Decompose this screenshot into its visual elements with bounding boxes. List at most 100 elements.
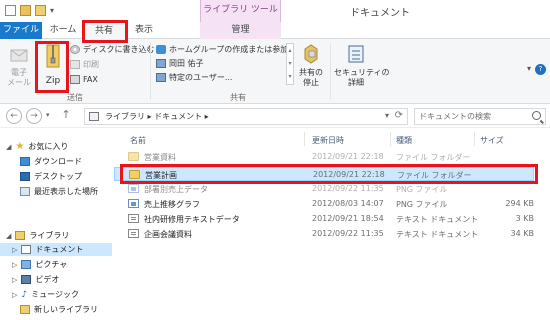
zip-button[interactable]: Zip xyxy=(40,43,66,86)
column-divider[interactable] xyxy=(474,132,475,146)
advanced-security-button[interactable]: セキュリティの 詳細 xyxy=(334,43,390,88)
tab-view[interactable]: 表示 xyxy=(126,22,162,39)
file-row[interactable]: png-file-icon 部署別売上データ 2012/09/22 11:35 PNG… xyxy=(114,182,534,196)
column-header-name[interactable]: 名前 xyxy=(130,135,146,146)
file-name: 社内研修用テキストデータ xyxy=(144,215,240,224)
properties-icon[interactable] xyxy=(5,5,16,16)
email-button[interactable]: 電子 メール xyxy=(4,45,34,88)
back-button[interactable]: ← xyxy=(6,108,22,124)
nav-new-library[interactable]: 新しいライブラリ xyxy=(20,303,112,316)
nav-favorites-label: お気に入り xyxy=(28,142,69,151)
file-row[interactable]: folder-icon 営業資料 2012/09/21 22:18 ファイル フォルダ… xyxy=(114,150,534,164)
column-header-modified[interactable]: 更新日時 xyxy=(312,135,344,146)
share-user-label: 岡田 佑子 xyxy=(169,58,204,68)
file-row[interactable]: text-file-icon 社内研修用テキストデータ 2012/09/21 18:… xyxy=(114,212,534,226)
tab-share[interactable]: 共有 xyxy=(82,22,126,40)
fax-icon xyxy=(70,74,80,84)
navigation-pane: ◢ ★ お気に入り ダウンロード デスクトップ 最近表示した場所 ◢ ライブラリ… xyxy=(0,128,112,320)
stop-sharing-label: 共有の 停止 xyxy=(299,68,323,87)
folder-icon[interactable] xyxy=(35,5,46,16)
star-icon: ★ xyxy=(15,141,25,152)
nav-videos-label: ビデオ xyxy=(35,275,60,284)
nav-downloads[interactable]: ダウンロード xyxy=(20,155,112,168)
nav-music[interactable]: ▷ ♪ ミュージック xyxy=(12,288,112,301)
search-box xyxy=(414,108,546,125)
png-file-icon: png-file-icon xyxy=(128,199,139,208)
file-name: 売上推移グラフ xyxy=(144,200,200,209)
collapse-ribbon-icon[interactable]: ▾ xyxy=(527,64,531,75)
tab-manage[interactable]: 管理 xyxy=(200,22,281,39)
forward-button[interactable]: → xyxy=(26,108,42,124)
file-modified: 2012/09/21 22:18 xyxy=(312,152,384,161)
homegroup-label: ホームグループの作成または参加 xyxy=(169,44,289,54)
share-user-button[interactable]: 岡田 佑子 xyxy=(156,57,204,69)
recent-places-icon xyxy=(20,187,30,196)
tab-file[interactable]: ファイル xyxy=(0,22,42,39)
file-modified: 2012/09/22 11:35 xyxy=(312,184,384,193)
stop-sharing-button[interactable]: 共有の 停止 xyxy=(296,43,326,88)
file-type: PNG ファイル xyxy=(396,185,448,194)
refresh-icon[interactable]: ⟳ xyxy=(395,110,403,121)
security-settings-icon xyxy=(348,45,364,63)
tab-home[interactable]: ホーム xyxy=(44,22,82,39)
print-button[interactable]: 印刷 xyxy=(70,58,99,70)
png-file-icon: png-file-icon xyxy=(128,184,139,193)
search-input[interactable] xyxy=(415,109,525,124)
nav-pictures[interactable]: ▷ ピクチャ xyxy=(12,258,112,271)
folder-icon: folder-icon xyxy=(129,170,140,179)
fax-button[interactable]: FAX xyxy=(70,73,98,85)
users-icon xyxy=(156,72,166,82)
nav-libraries[interactable]: ◢ ライブラリ xyxy=(6,229,112,242)
recent-locations-dropdown[interactable]: ▾ xyxy=(46,111,50,119)
address-box[interactable]: ライブラリ ▸ ドキュメント ▸ ▾ ⟳ xyxy=(84,108,408,125)
new-folder-icon[interactable] xyxy=(20,5,31,16)
column-divider[interactable] xyxy=(304,132,305,146)
expand-arrow-icon[interactable]: ▷ xyxy=(12,276,17,284)
file-list: 名前 更新日時 種類 サイズ folder-icon 営業資料 2012/09/21… xyxy=(114,128,550,320)
column-divider[interactable] xyxy=(390,132,391,146)
library-icon xyxy=(89,112,99,121)
file-modified: 2012/09/21 18:54 xyxy=(312,214,384,223)
nav-pictures-label: ピクチャ xyxy=(35,260,68,269)
share-list-scroll[interactable]: ▴ ▾ ▾ xyxy=(286,43,294,85)
expand-arrow-icon[interactable]: ◢ xyxy=(6,232,11,240)
file-row[interactable]: folder-icon 営業計画 2012/09/21 22:18 ファイル フォルダ… xyxy=(114,167,534,181)
documents-icon xyxy=(21,245,32,254)
column-header-size[interactable]: サイズ xyxy=(480,135,504,146)
nav-recent-places[interactable]: 最近表示した場所 xyxy=(20,185,112,198)
file-type: テキスト ドキュメント xyxy=(396,215,479,224)
nav-favorites[interactable]: ◢ ★ お気に入り xyxy=(6,140,112,153)
column-header-type[interactable]: 種類 xyxy=(396,135,412,146)
burn-to-disc-button[interactable]: ディスクに書き込む xyxy=(70,43,154,55)
search-icon[interactable] xyxy=(532,111,541,120)
title-bar: ▾ ライブラリ ツール ドキュメント xyxy=(0,0,550,22)
chevron-down-icon[interactable]: ▾ xyxy=(50,5,59,16)
specific-users-label: 特定のユーザー... xyxy=(169,72,233,82)
specific-users-button[interactable]: 特定のユーザー... xyxy=(156,71,232,83)
nav-desktop[interactable]: デスクトップ xyxy=(20,170,112,183)
nav-videos[interactable]: ▷ ビデオ xyxy=(12,273,112,286)
file-row[interactable]: text-file-icon 企画会議資料 2012/09/22 11:35 テキスト… xyxy=(114,227,534,241)
file-row[interactable]: png-file-icon 売上推移グラフ 2012/08/03 14:07 PNG … xyxy=(114,197,534,211)
share-group-label: 共有 xyxy=(230,93,246,102)
chevron-down-icon[interactable]: ▾ xyxy=(385,111,389,120)
zip-folder-icon xyxy=(46,44,60,68)
nav-documents[interactable]: ▷ ドキュメント xyxy=(0,243,112,256)
nav-music-label: ミュージック xyxy=(31,290,79,299)
expand-arrow-icon[interactable]: ▷ xyxy=(12,261,17,269)
file-modified: 2012/09/22 11:35 xyxy=(312,229,384,238)
new-library-icon xyxy=(20,305,30,314)
expand-arrow-icon[interactable]: ◢ xyxy=(6,143,11,151)
up-button[interactable]: ↑ xyxy=(58,108,74,124)
breadcrumb[interactable]: ライブラリ ▸ ドキュメント ▸ xyxy=(105,111,209,122)
text-file-icon: text-file-icon xyxy=(128,214,139,223)
user-icon xyxy=(156,58,166,68)
nav-libraries-label: ライブラリ xyxy=(29,231,70,240)
expand-arrow-icon[interactable]: ▷ xyxy=(12,246,17,254)
expand-arrow-icon[interactable]: ▷ xyxy=(12,291,17,299)
homegroup-icon xyxy=(156,44,166,54)
homegroup-button[interactable]: ホームグループの作成または参加 xyxy=(156,43,288,55)
nav-downloads-label: ダウンロード xyxy=(34,157,82,166)
print-label: 印刷 xyxy=(83,59,99,69)
help-icon[interactable]: ? xyxy=(535,64,546,75)
